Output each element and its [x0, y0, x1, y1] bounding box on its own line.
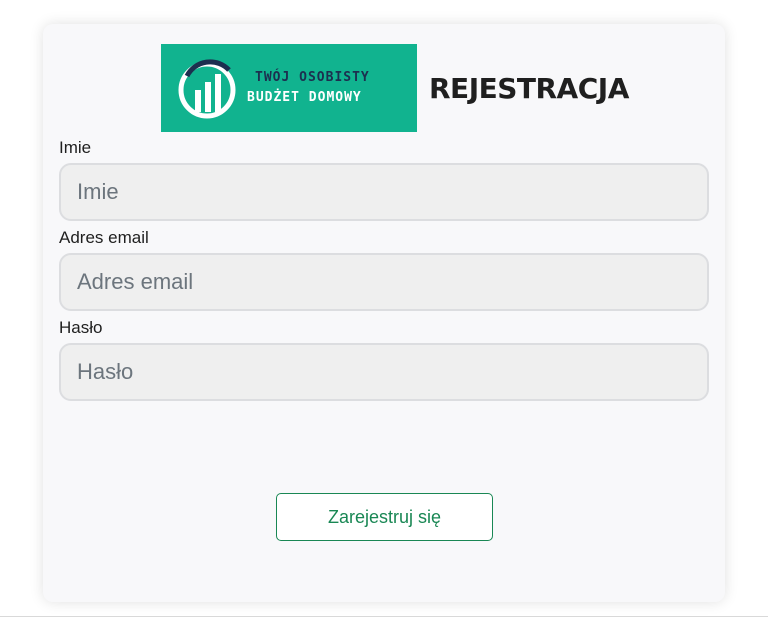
- logo: TWÓJ OSOBISTY BUDŻET DOMOWY: [161, 44, 417, 132]
- email-label: Adres email: [59, 228, 149, 247]
- header: TWÓJ OSOBISTY BUDŻET DOMOWY REJESTRACJA: [161, 44, 629, 132]
- register-button[interactable]: Zarejestruj się: [276, 493, 493, 541]
- name-label: Imie: [59, 138, 92, 157]
- page-title: REJESTRACJA: [429, 71, 629, 105]
- page: TWÓJ OSOBISTY BUDŻET DOMOWY REJESTRACJA …: [0, 0, 768, 620]
- name-input[interactable]: [59, 163, 709, 221]
- password-label: Hasło: [59, 318, 103, 337]
- registration-card: TWÓJ OSOBISTY BUDŻET DOMOWY REJESTRACJA …: [43, 24, 725, 602]
- logo-line-2: BUDŻET DOMOWY: [247, 90, 362, 105]
- logo-text: TWÓJ OSOBISTY BUDŻET DOMOWY: [247, 68, 370, 108]
- email-input[interactable]: [59, 253, 709, 311]
- bar-chart-icon: [178, 59, 236, 119]
- logo-line-1: TWÓJ OSOBISTY: [255, 70, 370, 85]
- password-input[interactable]: [59, 343, 709, 401]
- divider: [0, 616, 768, 617]
